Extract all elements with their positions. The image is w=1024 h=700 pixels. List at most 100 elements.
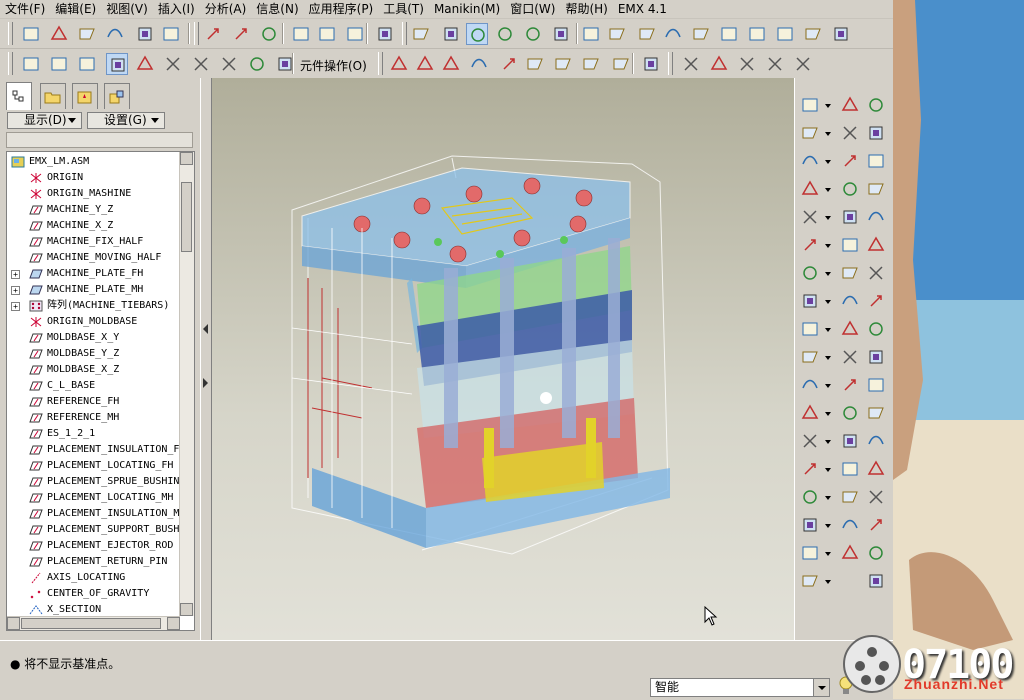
toolbar1-button-7[interactable] bbox=[230, 23, 252, 45]
chevron-down-icon[interactable] bbox=[825, 104, 831, 108]
emx-tool-button-9[interactable] bbox=[799, 178, 821, 200]
emx-tool-button-22[interactable] bbox=[839, 290, 861, 312]
toolbar2-button-11[interactable] bbox=[414, 53, 436, 75]
toolbar1-button-27[interactable] bbox=[802, 23, 824, 45]
emx-tool-button-1[interactable] bbox=[839, 94, 861, 116]
chevron-down-icon[interactable] bbox=[825, 468, 831, 472]
chevron-down-icon[interactable] bbox=[825, 440, 831, 444]
emx-tool-button-43[interactable] bbox=[839, 486, 861, 508]
toolbar1-button-11[interactable] bbox=[344, 23, 366, 45]
toolbar1-button-3[interactable] bbox=[104, 23, 126, 45]
chevron-down-icon[interactable] bbox=[825, 552, 831, 556]
scroll-down-button[interactable] bbox=[180, 603, 193, 616]
toolbar1-button-6[interactable] bbox=[202, 23, 224, 45]
emx-tool-button-30[interactable] bbox=[799, 374, 821, 396]
tree-item[interactable]: EMX_LM.ASM bbox=[7, 154, 179, 170]
emx-tool-button-46[interactable] bbox=[839, 514, 861, 536]
emx-tool-button-14[interactable] bbox=[865, 206, 887, 228]
toolbar1-button-16[interactable] bbox=[494, 23, 516, 45]
emx-tool-button-45[interactable] bbox=[799, 514, 821, 536]
emx-tool-button-41[interactable] bbox=[865, 458, 887, 480]
expand-icon[interactable]: + bbox=[11, 286, 20, 295]
toolbar1-button-21[interactable] bbox=[636, 23, 658, 45]
toolbar2-button-6[interactable] bbox=[190, 53, 212, 75]
toolbar2-button-22[interactable] bbox=[736, 53, 758, 75]
emx-tool-button-24[interactable] bbox=[799, 318, 821, 340]
toolbar2-button-19[interactable] bbox=[640, 53, 662, 75]
vertical-scrollbar[interactable] bbox=[179, 152, 194, 616]
toolbar1-button-9[interactable] bbox=[290, 23, 312, 45]
toolbar1-button-19[interactable] bbox=[580, 23, 602, 45]
menu-item-1[interactable]: 编辑(E) bbox=[50, 0, 101, 18]
toolbar1-button-28[interactable] bbox=[830, 23, 852, 45]
toolbar2-button-24[interactable] bbox=[792, 53, 814, 75]
chevron-down-icon[interactable] bbox=[825, 356, 831, 360]
toolbar1-button-12[interactable] bbox=[374, 23, 396, 45]
chevron-down-icon[interactable] bbox=[825, 132, 831, 136]
emx-tool-button-33[interactable] bbox=[799, 402, 821, 424]
chevron-down-icon[interactable] bbox=[825, 524, 831, 528]
toolbar2-button-20[interactable] bbox=[680, 53, 702, 75]
toolbar2-button-17[interactable] bbox=[580, 53, 602, 75]
emx-tool-button-8[interactable] bbox=[865, 150, 887, 172]
emx-tool-button-49[interactable] bbox=[839, 542, 861, 564]
emx-tool-button-27[interactable] bbox=[799, 346, 821, 368]
tree-item[interactable]: MOLDBASE_X_Y bbox=[7, 330, 179, 346]
emx-tool-button-42[interactable] bbox=[799, 486, 821, 508]
toolbar2-button-7[interactable] bbox=[218, 53, 240, 75]
graphics-window[interactable] bbox=[212, 78, 794, 640]
emx-tool-button-48[interactable] bbox=[799, 542, 821, 564]
toolbar2-button-21[interactable] bbox=[708, 53, 730, 75]
emx-tool-button-12[interactable] bbox=[799, 206, 821, 228]
emx-tool-button-39[interactable] bbox=[799, 458, 821, 480]
tree-item[interactable]: MACHINE_X_Z bbox=[7, 218, 179, 234]
tree-item[interactable]: MACHINE_Y_Z bbox=[7, 202, 179, 218]
emx-tool-button-10[interactable] bbox=[839, 178, 861, 200]
tree-item[interactable]: MOLDBASE_Y_Z bbox=[7, 346, 179, 362]
scroll-left-button[interactable] bbox=[7, 617, 20, 630]
tree-item[interactable]: REFERENCE_MH bbox=[7, 410, 179, 426]
toolbar1-button-20[interactable] bbox=[606, 23, 628, 45]
emx-tool-button-52[interactable] bbox=[865, 570, 887, 592]
tree-item[interactable]: PLACEMENT_RETURN_PIN bbox=[7, 554, 179, 570]
horizontal-scrollbar[interactable] bbox=[7, 616, 180, 630]
toolbar-grip[interactable] bbox=[378, 52, 383, 75]
toolbar-grip[interactable] bbox=[668, 52, 673, 75]
emx-tool-button-3[interactable] bbox=[799, 122, 821, 144]
chevron-down-icon[interactable] bbox=[813, 679, 829, 696]
chevron-down-icon[interactable] bbox=[825, 272, 831, 276]
toolbar1-button-23[interactable] bbox=[690, 23, 712, 45]
toolbar1-button-22[interactable] bbox=[662, 23, 684, 45]
tree-item[interactable]: ES_1_2_1 bbox=[7, 426, 179, 442]
selection-filter-dropdown[interactable]: 智能 bbox=[650, 678, 830, 697]
toolbar2-button-16[interactable] bbox=[552, 53, 574, 75]
emx-tool-button-32[interactable] bbox=[865, 374, 887, 396]
tree-item[interactable]: ORIGIN_MOLDBASE bbox=[7, 314, 179, 330]
emx-tool-button-37[interactable] bbox=[839, 430, 861, 452]
toolbar2-button-4[interactable] bbox=[134, 53, 156, 75]
toolbar1-button-8[interactable] bbox=[258, 23, 280, 45]
tab-folder-browser[interactable] bbox=[40, 83, 66, 109]
tab-connections[interactable] bbox=[104, 83, 130, 109]
chevron-down-icon[interactable] bbox=[825, 244, 831, 248]
menu-item-0[interactable]: 文件(F) bbox=[0, 0, 50, 18]
toolbar1-button-2[interactable] bbox=[76, 23, 98, 45]
tree-item[interactable]: + MACHINE_PLATE_FH bbox=[7, 266, 179, 282]
emx-tool-button-18[interactable] bbox=[799, 262, 821, 284]
emx-tool-button-29[interactable] bbox=[865, 346, 887, 368]
toolbar2-button-8[interactable] bbox=[246, 53, 268, 75]
expand-icon[interactable]: + bbox=[11, 270, 20, 279]
menu-item-6[interactable]: 应用程序(P) bbox=[304, 0, 379, 18]
toolbar1-button-26[interactable] bbox=[774, 23, 796, 45]
toolbar2-button-14[interactable] bbox=[498, 53, 520, 75]
show-dropdown[interactable]: 显示(D) bbox=[7, 112, 82, 129]
tree-item[interactable]: PLACEMENT_INSULATION_M bbox=[7, 506, 179, 522]
emx-tool-button-0[interactable] bbox=[799, 94, 821, 116]
emx-tool-button-21[interactable] bbox=[799, 290, 821, 312]
tree-item[interactable]: MOLDBASE_X_Z bbox=[7, 362, 179, 378]
scroll-up-button[interactable] bbox=[180, 152, 193, 165]
emx-tool-button-4[interactable] bbox=[839, 122, 861, 144]
emx-tool-button-13[interactable] bbox=[839, 206, 861, 228]
toolbar1-button-1[interactable] bbox=[48, 23, 70, 45]
component-operation-menu[interactable]: 元件操作(O) bbox=[300, 57, 367, 74]
